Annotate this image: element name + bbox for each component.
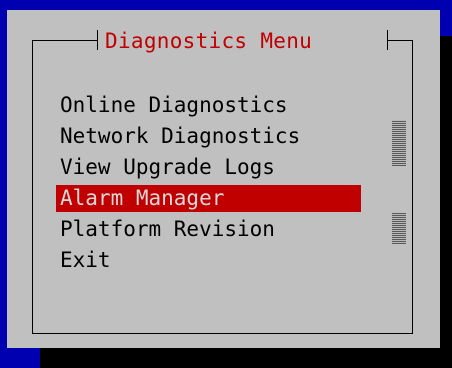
diagnostics-dialog: Diagnostics Menu Online Diagnostics Netw… xyxy=(7,10,440,348)
menu-item-platform-revision[interactable]: Platform Revision xyxy=(56,214,361,245)
dialog-title: Diagnostics Menu xyxy=(105,29,313,53)
title-tee-right xyxy=(387,30,388,50)
dialog-shadow-right xyxy=(440,36,452,368)
menu-item-online-diagnostics[interactable]: Online Diagnostics xyxy=(56,90,361,121)
diagnostics-menu-list: Online Diagnostics Network Diagnostics V… xyxy=(56,90,361,276)
menu-item-network-diagnostics[interactable]: Network Diagnostics xyxy=(56,121,361,152)
frame-top-left-line xyxy=(32,40,98,41)
menu-item-exit[interactable]: Exit xyxy=(56,245,361,276)
dialog-shadow-bottom xyxy=(40,348,452,368)
frame-top-right-line xyxy=(388,40,413,41)
scroll-indicator-upper[interactable] xyxy=(392,120,406,166)
title-tee-left xyxy=(97,30,98,50)
menu-item-alarm-manager[interactable]: Alarm Manager xyxy=(56,185,361,212)
menu-item-view-upgrade-logs[interactable]: View Upgrade Logs xyxy=(56,152,361,183)
scroll-indicator-lower[interactable] xyxy=(392,213,406,244)
